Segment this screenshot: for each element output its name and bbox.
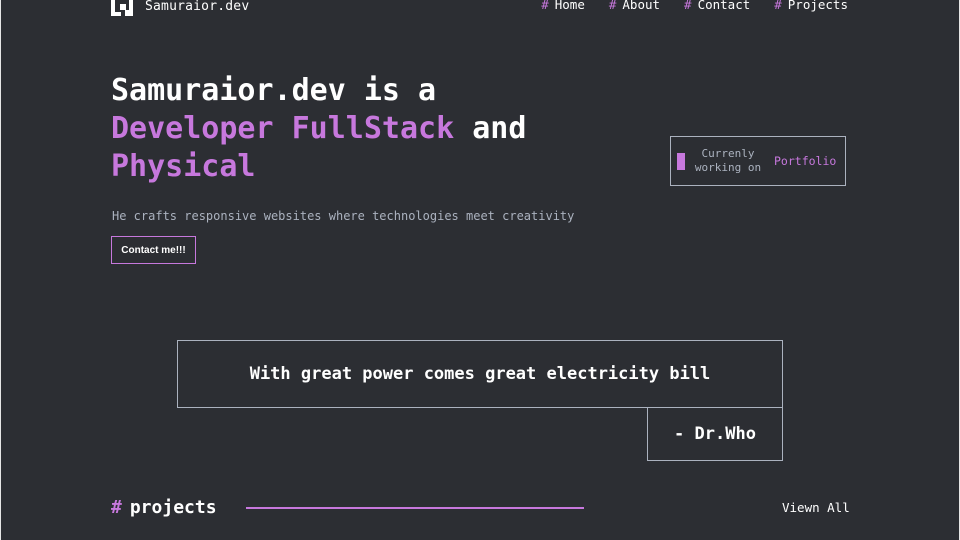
quote-author: - Dr.Who — [674, 424, 756, 444]
view-all-link[interactable]: Viewn All — [782, 500, 850, 515]
logo-link[interactable]: Samuraior.dev — [111, 0, 249, 16]
hero-title: Samuraior.dev is a Developer FullStack a… — [111, 72, 526, 186]
contact-me-button[interactable]: Contact me!!! — [111, 236, 196, 264]
nav-about[interactable]: # About — [609, 0, 660, 12]
nav-projects[interactable]: # Projects — [774, 0, 848, 12]
section-divider — [246, 507, 584, 509]
hero-title-and: and — [472, 111, 527, 146]
hero-title-role-2: Physical — [111, 149, 256, 184]
projects-section-title: # projects — [111, 497, 217, 518]
section-hash: # — [111, 497, 122, 518]
status-label: Currenly working on — [694, 147, 762, 174]
section-title: projects — [129, 497, 217, 518]
hero-subtitle: He crafts responsive websites where tech… — [112, 209, 575, 223]
window-frame-left — [0, 0, 1, 540]
quote-author-box: - Dr.Who — [647, 407, 783, 461]
main-nav: # Home # About # Contact # Projects — [541, 0, 848, 12]
current-work-status: Currenly working on Portfolio — [670, 136, 846, 186]
quote-text: With great power comes great electricity… — [249, 364, 711, 384]
nav-home[interactable]: # Home — [541, 0, 585, 12]
hero-title-intro: Samuraior.dev is a — [111, 73, 437, 108]
status-indicator-icon — [677, 152, 685, 170]
hero-title-role: Developer FullStack — [111, 111, 455, 146]
nav-contact[interactable]: # Contact — [684, 0, 750, 12]
brand-name: Samuraior.dev — [145, 0, 250, 14]
logo-icon — [111, 0, 133, 16]
status-project: Portfolio — [774, 154, 837, 168]
quote-box: With great power comes great electricity… — [177, 340, 783, 408]
